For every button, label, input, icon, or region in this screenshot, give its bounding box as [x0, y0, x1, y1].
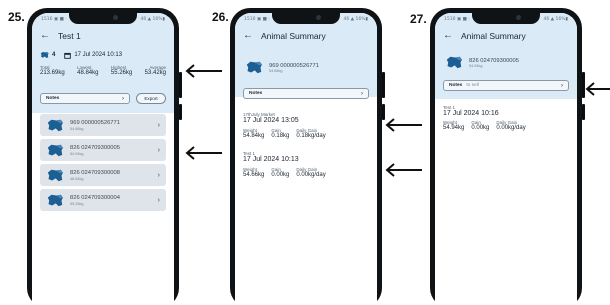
notes-field[interactable]: Notes › — [243, 88, 369, 99]
step-number-26: 26. — [212, 10, 229, 24]
animal-weight: 54.66kg — [269, 68, 283, 73]
cow-icon — [46, 144, 64, 157]
left-pointing-arrow — [385, 118, 422, 132]
stat-total: Total 213.69kg — [40, 65, 65, 76]
chevron-right-icon: › — [361, 90, 363, 97]
chevron-right-icon: › — [157, 196, 160, 204]
animal-weight: 54.94kg — [469, 63, 483, 68]
page-title: Test 1 — [58, 31, 81, 41]
stat-lowest: Lowest 48.84kg — [77, 65, 99, 76]
screen-animal-summary-notes: 1516 ▣ ■ · 46 ▲ 16%▮ ← Animal Summary 826… — [435, 13, 577, 305]
animal-list-item[interactable]: 826 024709300004 55.26kg › — [40, 189, 166, 211]
notes-field[interactable]: Notes › — [40, 93, 130, 104]
screen-test-summary: 1516 ▣ ■ · 46 ▲ 16%▮ ← Test 1 4 17 Jul 20… — [32, 13, 174, 305]
animal-list-item[interactable]: 826 024709300005 54.94kg › — [40, 139, 166, 161]
calendar-icon — [64, 52, 72, 59]
notes-value: to sell — [466, 83, 479, 88]
chevron-right-icon: › — [122, 95, 124, 102]
chevron-right-icon: › — [157, 171, 160, 179]
back-arrow-icon[interactable]: ← — [40, 31, 50, 41]
weigh-session: Test 1 17 Jul 2024 10:16 Weight 54.94kg G… — [443, 105, 526, 131]
cow-icon — [245, 61, 263, 74]
session-date: 17 Jul 2024 10:13 — [74, 52, 123, 58]
step-number-27: 27. — [410, 12, 427, 26]
weigh-session: Test 1 17 Jul 2024 10:13 Weight 54.66kg G… — [243, 151, 326, 178]
notes-field[interactable]: Notes to sell › — [443, 80, 569, 91]
animal-list-item[interactable]: 969 000000526771 54.66kg › — [40, 114, 166, 136]
animal-list-item[interactable]: 826 024709300008 48.84kg › — [40, 164, 166, 186]
cow-icon — [46, 169, 64, 182]
left-pointing-arrow — [185, 64, 222, 78]
cow-icon — [40, 51, 49, 59]
chevron-right-icon: › — [157, 146, 160, 154]
status-bar: 1516 ▣ ■ · 46 ▲ 16%▮ — [244, 17, 368, 22]
status-bar: 1516 ▣ ■ · 46 ▲ 16%▮ — [41, 17, 165, 22]
chevron-right-icon: › — [157, 121, 160, 129]
page-title: Animal Summary — [261, 31, 326, 41]
stat-highest: Highest 55.26kg — [110, 65, 133, 76]
left-pointing-arrow — [585, 82, 610, 96]
export-button[interactable]: Export — [136, 93, 166, 104]
back-arrow-icon[interactable]: ← — [443, 31, 453, 41]
left-pointing-arrow — [385, 163, 422, 177]
cow-icon — [46, 194, 64, 207]
phone-25: 1516 ▣ ■ · 46 ▲ 16%▮ ← Test 1 4 17 Jul 20… — [27, 8, 182, 305]
cow-icon — [445, 56, 463, 69]
back-arrow-icon[interactable]: ← — [243, 31, 253, 41]
stat-average: Average 53.42kg — [144, 65, 166, 76]
weigh-session: 17thJuly Market 17 Jul 2024 13:05 Weight… — [243, 112, 326, 139]
left-pointing-arrow — [185, 146, 222, 160]
chevron-right-icon: › — [561, 82, 563, 89]
page-title: Animal Summary — [461, 31, 526, 41]
screen-animal-summary: 1516 ▣ ■ · 46 ▲ 16%▮ ← Animal Summary 969… — [235, 13, 377, 305]
phone-26: 1516 ▣ ■ · 46 ▲ 16%▮ ← Animal Summary 969… — [230, 8, 385, 305]
status-bar: 1516 ▣ ■ · 46 ▲ 16%▮ — [444, 17, 568, 22]
cow-icon — [46, 119, 64, 132]
phone-27: 1516 ▣ ■ · 46 ▲ 16%▮ ← Animal Summary 826… — [430, 8, 585, 305]
step-number-25: 25. — [8, 10, 25, 24]
animal-count: 4 — [52, 52, 56, 58]
